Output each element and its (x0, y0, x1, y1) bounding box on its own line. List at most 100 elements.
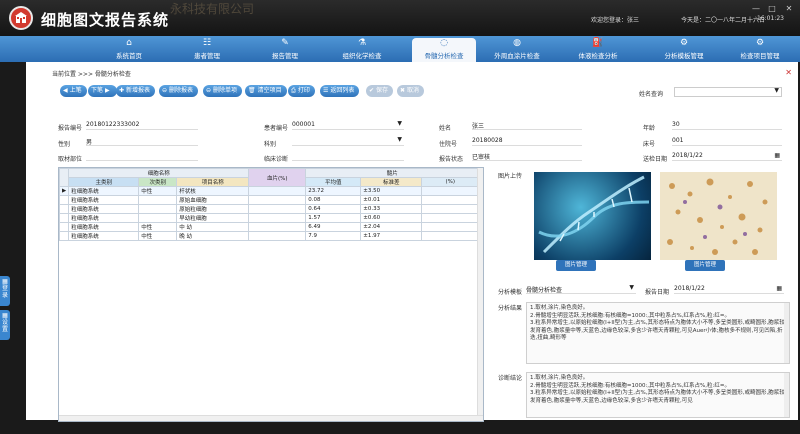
close-window-icon[interactable]: ✕ (783, 4, 795, 14)
car-icon: ⛽ (592, 38, 604, 48)
next-button[interactable]: 下笔 ▶ (88, 85, 117, 97)
trash-icon: 🗑 (248, 87, 256, 94)
conclusion-textarea[interactable]: 1.取材,涂片,染色良好。 2.骨髓增生明显活跃,无核细胞:有核细胞=1000:… (526, 372, 790, 418)
status-field: 已审核 (472, 152, 582, 161)
list-icon: ☷ (202, 38, 212, 48)
date-text: 今天是：二〇一八年二月十六日 (681, 17, 766, 24)
report-no-field[interactable]: 20180122333002 (86, 121, 198, 130)
sex-field[interactable]: 男 (86, 137, 198, 146)
patient-no-label: 患者编号 (264, 125, 289, 132)
nav-templates[interactable]: ⚙ 分析模板管理 (652, 36, 716, 62)
grid-header-cell-name: 细胞名称 (68, 168, 250, 178)
table-row[interactable]: 粒细胞系统 中性中 幼 6.49 ±2.04 (59, 222, 480, 232)
table-row[interactable]: 粒细胞系统 原始粒细胞 0.64 ±0.33 (59, 204, 480, 214)
nav-body-fluid[interactable]: ⛽ 体液检查分析 (566, 36, 630, 62)
inpatient-label: 住院号 (439, 141, 458, 148)
send-date-label: 送检日期 (643, 156, 668, 163)
back-to-list-button[interactable]: ☰ 返回列表 (320, 85, 360, 97)
image-manage-button-1[interactable]: 图片管理 (556, 260, 596, 271)
image-upload-label: 图片上传 (498, 173, 523, 180)
conclusion-scrollbar[interactable] (784, 373, 789, 417)
table-row[interactable]: 粒细胞系统 早幼粒细胞 1.57 ±0.60 (59, 213, 480, 223)
grid-header-bm: 髓片 (305, 168, 480, 178)
cancel-button[interactable]: ✖ 取消 (397, 85, 425, 97)
time-text: 16:01:23 (757, 15, 784, 22)
age-field[interactable]: 30 (672, 121, 782, 130)
nav-reports[interactable]: ✎ 报告管理 (256, 36, 314, 62)
patient-no-select[interactable]: 000001 ▼ (292, 120, 404, 130)
edit-icon: ✎ (281, 38, 289, 48)
check-icon: ✔ (369, 87, 375, 94)
grid-vertical-scrollbar[interactable] (477, 168, 483, 421)
app-title: 细胞图文报告系统 (41, 11, 170, 29)
left-strip: ▦ 登录 ▦ 设置 (0, 62, 26, 434)
grid-icon: ▦ (2, 278, 8, 285)
dept-label: 科别 (264, 141, 277, 148)
prev-button[interactable]: ◀ 上笔 (60, 85, 87, 97)
name-query-select[interactable]: ▼ (674, 87, 782, 97)
arrow-right-icon: ▶ (105, 87, 110, 94)
conclusion-label: 诊断结论 (498, 375, 523, 382)
table-row[interactable]: 粒细胞系统 中性晚 幼 7.9 ±1.97 (59, 231, 480, 241)
grid-header-blood: 血片(%) (248, 168, 307, 187)
nav-items[interactable]: ⚙ 检查项目管理 (728, 36, 792, 62)
side-login-tab[interactable]: ▦ 登录 (0, 276, 10, 306)
cell-icon: ◌ (440, 38, 448, 48)
image-manage-button-2[interactable]: 图片管理 (685, 260, 725, 271)
clear-items-button[interactable]: 🗑 清空项目 (245, 85, 287, 97)
name-field[interactable]: 张三 (472, 121, 582, 130)
calendar-icon: ▦ (774, 152, 780, 159)
chevron-down-icon: ▼ (629, 284, 634, 291)
report-date-field[interactable]: 2018/1/22 ▦ (674, 285, 784, 294)
breadcrumb: 当前位置 >>> 骨髓分析检查 (52, 71, 131, 78)
calendar-icon: ▦ (776, 285, 782, 292)
delete-report-button[interactable]: ⊖ 删除报表 (159, 85, 199, 97)
site-label: 取材部位 (58, 156, 83, 163)
table-row[interactable]: 粒细胞系统 原始血细胞 0.08 ±0.01 (59, 195, 480, 205)
dna-image (534, 172, 651, 260)
grid-header-item: 项目名称 (176, 177, 250, 187)
minimize-icon[interactable]: — (750, 4, 762, 14)
site-field[interactable] (86, 152, 198, 161)
chevron-down-icon: ▼ (397, 120, 402, 127)
user-gear-icon: ⚙ (755, 38, 765, 48)
maximize-icon[interactable]: □ (766, 4, 778, 14)
nav-blood-smear[interactable]: ◍ 外周血涂片检查 (482, 36, 552, 62)
inpatient-field[interactable]: 20180028 (472, 137, 582, 146)
nav-histochem[interactable]: ⚗ 组织化学检查 (330, 36, 394, 62)
nav-bone-marrow[interactable]: ◌ 骨髓分析检查 (412, 38, 476, 62)
row-pointer-icon: ▶ (59, 186, 70, 196)
print-button[interactable]: ⎙ 打印 (288, 85, 315, 97)
grid-header-pct: (%) (421, 177, 480, 187)
name-query-label: 姓名查询 (639, 91, 664, 98)
result-label: 分析结果 (498, 305, 523, 312)
result-textarea[interactable]: 1.取材,涂片,染色良好。 2.骨髓增生明显活跃,无核细胞:有核细胞=1000:… (526, 302, 790, 364)
nav-patients[interactable]: ☷ 患者管理 (178, 36, 236, 62)
dept-select[interactable]: ▼ (292, 136, 404, 146)
cell-count-grid: 细胞名称 血片(%) 髓片 主类别 次类别 项目名称 平均值 标准差 (%) ▶ 粒细胞系统 中性… (58, 167, 484, 422)
result-scrollbar[interactable] (784, 303, 789, 363)
table-row[interactable]: ▶ 粒细胞系统 中性 杆状核 23.72 ±3.50 (59, 186, 480, 196)
report-date-label: 报告日期 (645, 289, 670, 296)
template-select[interactable]: 骨髓分析检查 ▼ (526, 284, 636, 294)
save-button[interactable]: ✔ 保存 (366, 85, 394, 97)
grid-header-main: 主类别 (68, 177, 140, 187)
bed-field[interactable]: 001 (672, 137, 782, 146)
grid-horizontal-scrollbar[interactable] (59, 415, 483, 421)
drop-icon: ◍ (513, 38, 521, 48)
delete-item-button[interactable]: ⊖ 删除单项 (203, 85, 243, 97)
app-header: 细胞图文报告系统 永科技有限公司 欢迎您登录：张三 今天是：二〇一八年二月十六日… (0, 0, 800, 36)
main-nav: ⌂ 系统首页 ☷ 患者管理 ✎ 报告管理 ⚗ 组织化学检查 ◌ 骨髓分析检查 ◍ 外周血涂片… (0, 36, 800, 62)
send-date-field[interactable]: 2018/1/22 ▦ (672, 152, 782, 161)
minus-icon: ⊖ (162, 87, 168, 94)
close-tab-icon[interactable]: ✕ (785, 68, 792, 77)
report-no-label: 报告编号 (58, 125, 83, 132)
side-settings-tab[interactable]: ▦ 设置 (0, 310, 10, 340)
watermark-text: 永科技有限公司 (170, 2, 255, 16)
bed-label: 床号 (643, 141, 656, 148)
main-content: 当前位置 >>> 骨髓分析检查 ✕ ◀ 上笔 下笔 ▶ ✚ 新增报表 ⊖ 删除报表 ⊖ 删… (26, 62, 798, 422)
add-report-button[interactable]: ✚ 新增报表 (116, 85, 156, 97)
diagnosis-field[interactable] (292, 152, 404, 161)
nav-home[interactable]: ⌂ 系统首页 (100, 36, 158, 62)
hospital-logo-icon (9, 6, 33, 30)
